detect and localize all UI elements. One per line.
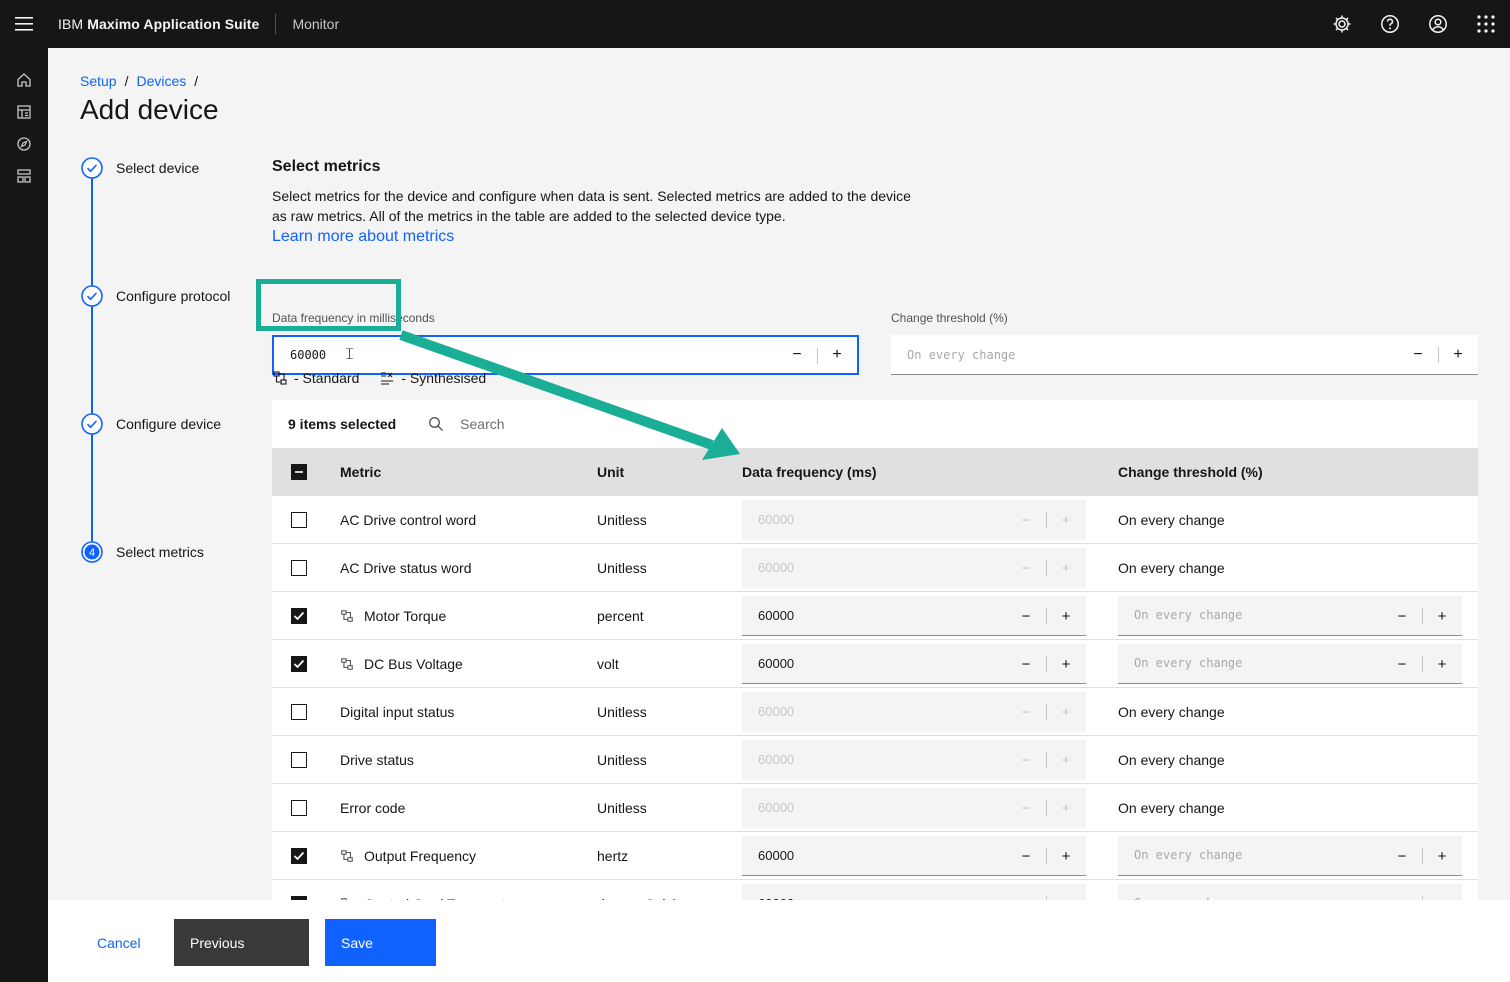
footer-actions: Cancel Previous Save xyxy=(48,900,1510,982)
save-button[interactable]: Save xyxy=(325,919,436,966)
cancel-button[interactable]: Cancel xyxy=(81,919,141,966)
previous-button[interactable]: Previous xyxy=(174,919,309,966)
annotation-arrow xyxy=(399,330,740,460)
